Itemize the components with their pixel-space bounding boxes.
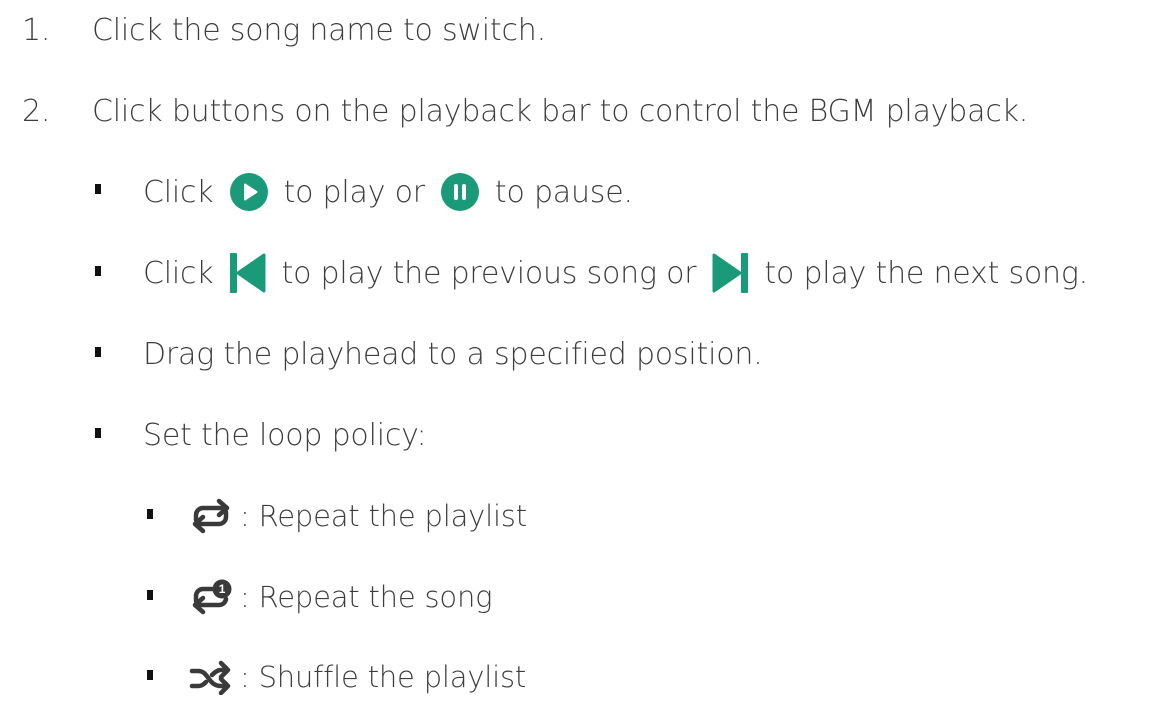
loop-option-shuffle: : Shuffle the playlist [188, 649, 526, 705]
step-1: 1. Click the song name to switch. [0, 2, 1176, 58]
shuffle-icon [188, 659, 234, 695]
bullet-marker [95, 428, 101, 438]
bullet-text: Set the loop policy: [143, 417, 427, 453]
bullet-marker [95, 347, 101, 357]
bullet-play-pause: Click to play or to pause. [143, 164, 633, 220]
bullet-text: to play or [283, 174, 426, 210]
sub-bullet-marker [147, 509, 153, 519]
loop-option-repeat-song: 1 : Repeat the song [188, 569, 493, 625]
step-text: Click the song name to switch. [92, 12, 546, 48]
bullet-text: to pause. [494, 174, 633, 210]
pause-circle-icon [440, 173, 479, 211]
skip-previous-icon [229, 253, 266, 293]
repeat-one-badge: 1 [218, 582, 226, 596]
bullet-text: to play the next song. [764, 255, 1089, 291]
sub-bullet-marker [147, 670, 153, 680]
loop-option-repeat-playlist: : Repeat the playlist [188, 488, 527, 544]
skip-next-icon [712, 253, 749, 293]
loop-option-text: : Repeat the playlist [240, 499, 527, 533]
bullet-drag: Drag the playhead to a specified positio… [143, 326, 763, 382]
bullet-marker [95, 266, 101, 276]
bullet-text: Drag the playhead to a specified positio… [143, 336, 763, 372]
bullet-text: to play the previous song or [281, 255, 697, 291]
bullet-marker [95, 184, 101, 194]
bullet-text: Click [143, 174, 214, 210]
bullet-prev-next: Click to play the previous song or to pl… [143, 245, 1088, 301]
bullet-loop-policy: Set the loop policy: [143, 407, 427, 463]
loop-option-text: : Repeat the song [240, 580, 493, 614]
step-text: Click buttons on the playback bar to con… [92, 93, 1029, 129]
repeat-icon [188, 498, 234, 534]
play-circle-icon [229, 173, 268, 211]
step-number: 2. [22, 93, 51, 129]
step-number: 1. [22, 12, 51, 48]
loop-option-text: : Shuffle the playlist [240, 660, 527, 694]
step-2: 2. Click buttons on the playback bar to … [0, 83, 1176, 139]
sub-bullet-marker [147, 590, 153, 600]
bullet-text: Click [143, 255, 214, 291]
repeat-one-icon: 1 [188, 579, 234, 615]
